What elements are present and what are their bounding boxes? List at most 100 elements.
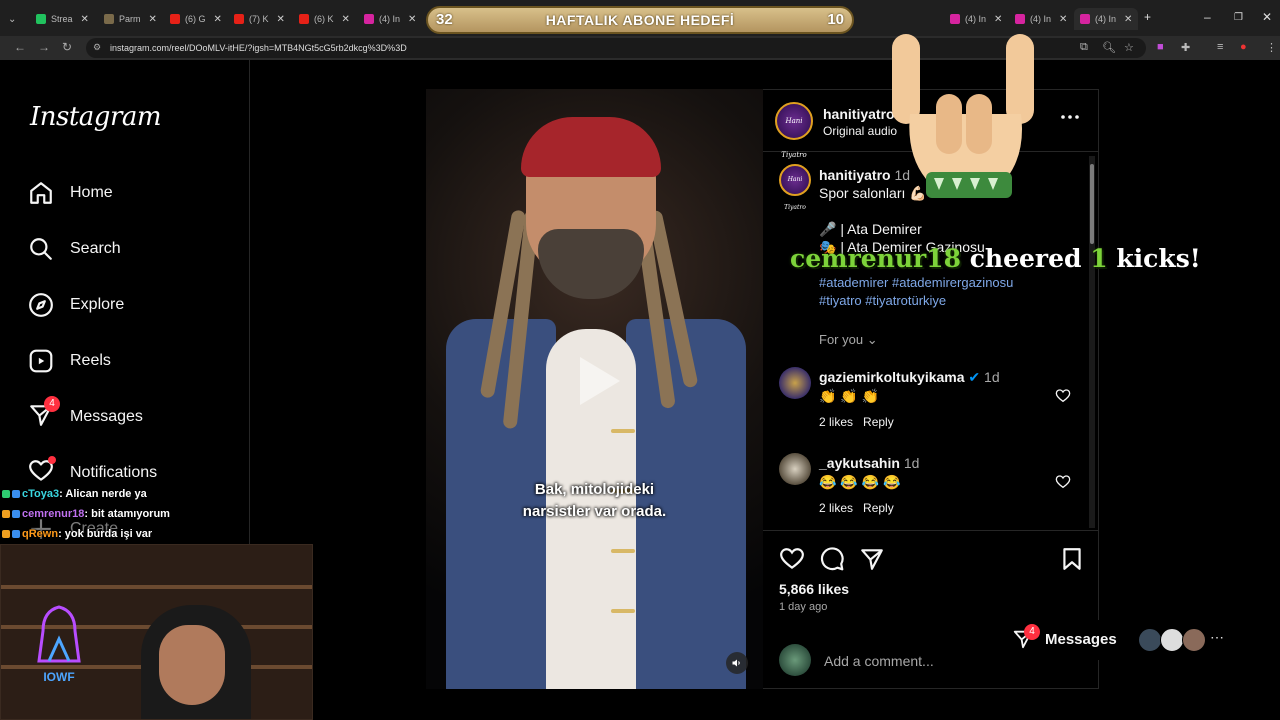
- chat-badge-icon: [12, 530, 20, 538]
- close-icon[interactable]: ✕: [149, 14, 157, 25]
- sidebar-item-messages[interactable]: 4 Messages: [28, 395, 143, 433]
- forward-icon[interactable]: →: [38, 40, 50, 54]
- comment-time: 1d: [903, 455, 920, 471]
- likes-count[interactable]: 5,866 likes: [779, 581, 849, 597]
- cheer-alert: cemrenur18 cheered 1 kicks!: [790, 244, 1201, 273]
- tab-title: (7) K: [249, 14, 269, 24]
- scrollbar-thumb[interactable]: [1090, 164, 1094, 244]
- comment-username[interactable]: gaziemirkoltukyikama: [819, 369, 965, 385]
- zoom-icon[interactable]: 🔍︎: [1102, 41, 1116, 54]
- tab-title: Parm: [119, 14, 141, 24]
- goal-title: HAFTALIK ABONE HEDEFİ: [545, 12, 735, 28]
- site-settings-icon[interactable]: ⚙: [93, 42, 101, 53]
- bookmark-star-icon[interactable]: ☆: [1124, 41, 1134, 54]
- install-app-icon[interactable]: ⧉: [1080, 41, 1088, 54]
- close-icon[interactable]: ✕: [342, 14, 350, 25]
- avatar[interactable]: [779, 453, 811, 485]
- subtitle-line: Bak, mitolojideki: [534, 481, 655, 498]
- tab-title: (4) In: [379, 14, 401, 24]
- sidebar-item-label: Home: [70, 184, 113, 201]
- sidebar-item-search[interactable]: Search: [28, 235, 121, 263]
- like-comment-icon[interactable]: [1055, 388, 1071, 404]
- new-tab-icon[interactable]: +: [1144, 10, 1151, 24]
- messages-icon-wrap: 4: [28, 395, 70, 433]
- reels-icon: [29, 349, 53, 373]
- avatar[interactable]: Hani Tiyatro: [775, 102, 813, 159]
- like-icon[interactable]: [779, 546, 805, 572]
- reply-button[interactable]: Reply: [863, 415, 894, 429]
- avatar[interactable]: Hani Tiyatro: [779, 164, 811, 211]
- tab[interactable]: (4) In ✕: [364, 8, 416, 30]
- close-icon[interactable]: ✕: [1059, 14, 1067, 25]
- close-icon[interactable]: ✕: [1124, 14, 1132, 25]
- profile-icon[interactable]: ●: [1240, 41, 1247, 53]
- save-icon[interactable]: [1059, 546, 1085, 572]
- comment-input[interactable]: Add a comment...: [824, 653, 934, 669]
- comment-meta: 2 likes Reply: [819, 415, 894, 429]
- comment-likes[interactable]: 2 likes: [819, 415, 853, 429]
- close-icon[interactable]: ✕: [408, 14, 416, 25]
- caption-hashtags[interactable]: #atademirer #atademirergazinosu: [819, 275, 1013, 290]
- more-options-icon[interactable]: [1061, 114, 1079, 120]
- share-icon[interactable]: [859, 546, 885, 572]
- comment-username[interactable]: _aykutsahin: [819, 455, 900, 471]
- chevron-down-icon: ⌄: [866, 332, 878, 347]
- subtitle-line: narsistler var orada.: [522, 503, 667, 520]
- compass-icon: [29, 293, 53, 317]
- tab[interactable]: (6) K ✕: [299, 8, 350, 30]
- chat-message: cToya3: Alican nerde ya: [2, 484, 322, 504]
- browser-menu-icon[interactable]: ⋮: [1266, 41, 1277, 54]
- chat-badge-icon: [12, 490, 20, 498]
- cheer-count: 1: [1090, 244, 1108, 273]
- close-icon[interactable]: ✕: [81, 14, 89, 25]
- comments-scrollbar[interactable]: [1089, 156, 1095, 528]
- comment-time: 1d: [984, 369, 1000, 385]
- close-icon[interactable]: ✕: [277, 14, 285, 25]
- minimize-icon[interactable]: –: [1204, 10, 1211, 24]
- reply-button[interactable]: Reply: [863, 501, 894, 515]
- tab[interactable]: Strea ✕: [36, 8, 89, 30]
- caption-hashtags[interactable]: #tiyatro #tiyatrotürkiye: [819, 293, 946, 308]
- more-icon[interactable]: ⋯: [1210, 629, 1224, 646]
- chat-badge-icon: [2, 490, 10, 498]
- tab-active[interactable]: (4) In ✕: [1074, 8, 1139, 30]
- post-username[interactable]: hanitiyatro: [823, 106, 895, 122]
- sidebar-item-explore[interactable]: Explore: [28, 291, 124, 319]
- play-icon[interactable]: [566, 351, 626, 411]
- extensions-puzzle-icon[interactable]: ✚: [1181, 41, 1190, 54]
- sidebar-item-home[interactable]: Home: [28, 179, 113, 207]
- sidebar-item-notifications[interactable]: Notifications: [28, 455, 157, 487]
- comment-icon[interactable]: [819, 546, 845, 572]
- window-close-icon[interactable]: ✕: [1262, 10, 1272, 24]
- screen: ⌄ Strea ✕ Parm ✕ (6) G ✕ (7) K ✕ (6) K ✕ (4) …: [0, 0, 1280, 720]
- tab[interactable]: (6) G ✕: [170, 8, 222, 30]
- instagram-logo[interactable]: Instagram: [30, 102, 162, 132]
- restore-icon[interactable]: ❐: [1234, 12, 1243, 23]
- chat-badge-icon: [12, 510, 20, 518]
- chat-badge-icon: [2, 530, 10, 538]
- comment-likes[interactable]: 2 likes: [819, 501, 853, 515]
- mute-button[interactable]: [726, 652, 748, 674]
- reel-video[interactable]: Bak, mitolojideki narsistler var orada.: [426, 89, 763, 689]
- media-control-icon[interactable]: ≡: [1217, 41, 1223, 53]
- messages-pill[interactable]: 4 Messages ⋯: [1010, 620, 1230, 660]
- tab[interactable]: Parm ✕: [104, 8, 157, 30]
- tab-list-button[interactable]: ⌄: [8, 8, 16, 30]
- tab[interactable]: (7) K ✕: [234, 8, 285, 30]
- extension-icon[interactable]: ■: [1157, 41, 1164, 53]
- like-comment-icon[interactable]: [1055, 474, 1071, 490]
- instagram-favicon-icon: [1080, 14, 1090, 24]
- kick-favicon-icon: [36, 14, 46, 24]
- chat-text: : yok burda işi var: [58, 528, 153, 540]
- streamer: [159, 625, 225, 705]
- close-icon[interactable]: ✕: [214, 14, 222, 25]
- verified-icon: ✔: [968, 369, 981, 385]
- tab-title: (4) In: [1095, 14, 1117, 24]
- for-you-toggle[interactable]: For you ⌄: [819, 332, 878, 348]
- avatar[interactable]: [779, 367, 811, 399]
- reload-icon[interactable]: ↻: [62, 40, 72, 54]
- sidebar-item-reels[interactable]: Reels: [28, 347, 111, 375]
- caption-username[interactable]: hanitiyatro: [819, 167, 891, 183]
- chat-username: cemrenur18: [22, 508, 85, 520]
- back-icon[interactable]: ←: [14, 40, 26, 54]
